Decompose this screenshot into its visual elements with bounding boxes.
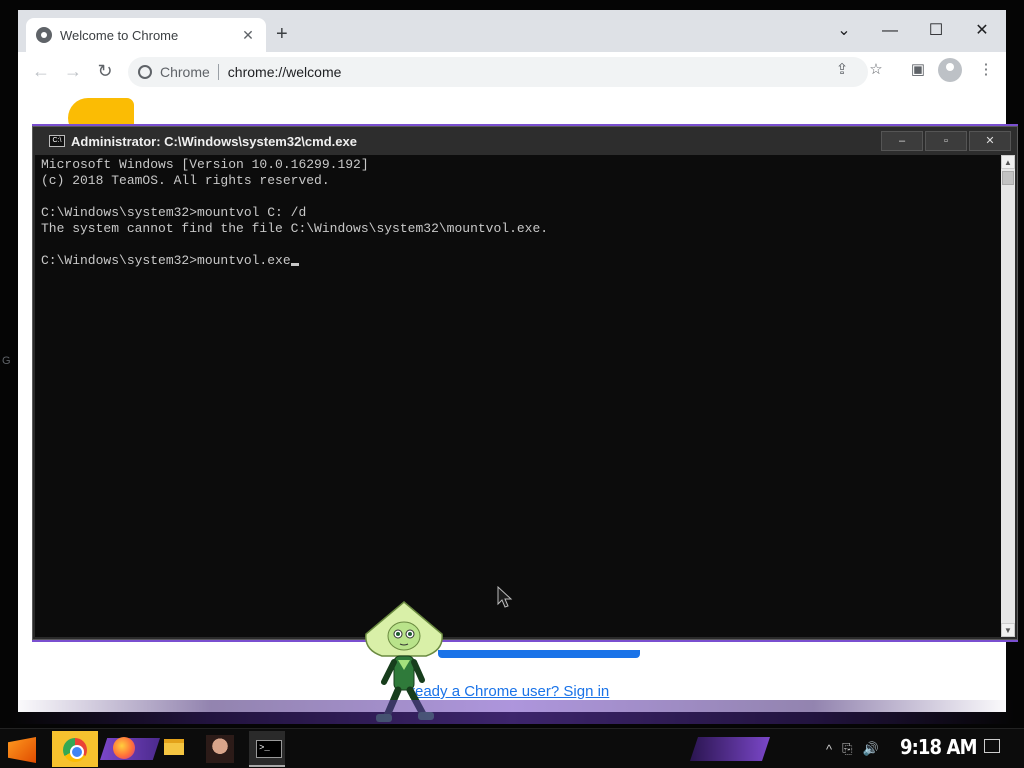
console-line: Microsoft Windows [Version 10.0.16299.19… <box>41 157 369 172</box>
cmd-maximize-button[interactable]: ▫ <box>925 131 967 151</box>
share-icon[interactable]: ⇪ <box>828 56 856 84</box>
system-tray: ^ ⎘ 🔊 <box>826 735 879 763</box>
scroll-thumb[interactable] <box>1002 171 1014 185</box>
cmd-minimize-button[interactable]: – <box>881 131 923 151</box>
close-button[interactable]: ✕ <box>960 16 1004 46</box>
firefox-icon[interactable] <box>113 737 135 759</box>
clock[interactable]: 9:18 AM <box>900 735 977 759</box>
tab-welcome[interactable]: Welcome to Chrome ✕ <box>26 18 266 52</box>
console-input-line[interactable]: C:\Windows\system32>mountvol.exe <box>41 253 995 269</box>
tab-title: Welcome to Chrome <box>60 27 179 43</box>
side-panel-icon[interactable]: ▣ <box>904 56 932 84</box>
text-cursor <box>290 263 299 266</box>
desktop: Welcome to Chrome ✕ + ⌄ — ☐ ✕ ← → ↻ Chro… <box>0 0 1024 768</box>
maximize-button[interactable]: ☐ <box>914 16 958 46</box>
mouse-pointer-icon <box>497 586 513 608</box>
console-line: C:\Windows\system32>mountvol C: /d <box>41 205 307 220</box>
menu-icon[interactable]: ⋮ <box>972 56 1000 84</box>
get-started-button-edge[interactable] <box>438 650 640 658</box>
cmd-titlebar[interactable]: C:\ Administrator: C:\Windows\system32\c… <box>33 127 1017 155</box>
tab-search-icon[interactable]: ⌄ <box>822 16 866 46</box>
console-input-text: C:\Windows\system32>mountvol.exe <box>41 253 291 268</box>
chrome-toolbar: ← → ↻ Chrome chrome://welcome ⇪ ☆ ▣ ⋮ <box>18 52 1006 90</box>
cmd-icon: C:\ <box>49 135 65 147</box>
side-letter: G <box>2 355 11 367</box>
console-line: The system cannot find the file C:\Windo… <box>41 221 549 236</box>
desktop-glow <box>10 700 1014 724</box>
cmd-icon[interactable] <box>249 731 285 767</box>
back-button[interactable]: ← <box>26 56 56 86</box>
start-icon[interactable] <box>8 737 36 763</box>
cmd-window: C:\ Administrator: C:\Windows\system32\c… <box>32 126 1018 640</box>
cmd-scrollbar[interactable]: ▲ ▼ <box>1001 155 1015 637</box>
scroll-down-icon[interactable]: ▼ <box>1001 623 1015 637</box>
star-icon[interactable]: ☆ <box>862 56 890 84</box>
chrome-tabstrip: Welcome to Chrome ✕ + ⌄ — ☐ ✕ <box>18 10 1006 52</box>
tab-close-icon[interactable]: ✕ <box>240 27 256 44</box>
minimize-button[interactable]: — <box>868 16 912 46</box>
address-bar[interactable]: Chrome chrome://welcome <box>128 57 868 87</box>
cmd-title: Administrator: C:\Windows\system32\cmd.e… <box>71 133 357 149</box>
profile-button[interactable] <box>938 56 966 84</box>
reload-button[interactable]: ↻ <box>90 56 120 86</box>
network-icon[interactable]: ⎘ <box>842 741 852 757</box>
tray-chevron-icon[interactable]: ^ <box>826 742 832 757</box>
taskbar: ^ ⎘ 🔊 9:18 AM <box>0 728 1024 768</box>
cmd-console[interactable]: Microsoft Windows [Version 10.0.16299.19… <box>35 155 1001 637</box>
user-avatar-icon[interactable] <box>206 735 234 763</box>
cmd-window-controls: – ▫ ✕ <box>881 131 1011 151</box>
profile-icon <box>938 58 962 82</box>
taskbar-chrome-button[interactable] <box>52 731 98 767</box>
volume-icon[interactable]: 🔊 <box>863 741 879 757</box>
console-line: (c) 2018 TeamOS. All rights reserved. <box>41 173 330 188</box>
toolbar-actions: ⇪ ☆ ▣ ⋮ <box>828 56 1000 84</box>
cmd-close-button[interactable]: ✕ <box>969 131 1011 151</box>
chrome-favicon-icon <box>36 27 52 43</box>
file-explorer-icon[interactable] <box>164 739 184 755</box>
scroll-up-icon[interactable]: ▲ <box>1001 155 1015 169</box>
chrome-icon <box>63 738 87 762</box>
site-name: Chrome <box>160 64 219 80</box>
notification-icon[interactable] <box>984 739 1000 753</box>
new-tab-button[interactable]: + <box>276 24 288 44</box>
url-text[interactable]: chrome://welcome <box>219 64 342 80</box>
taskbar-decoration <box>690 737 770 761</box>
forward-button[interactable]: → <box>58 56 88 86</box>
chrome-site-icon <box>138 65 152 79</box>
